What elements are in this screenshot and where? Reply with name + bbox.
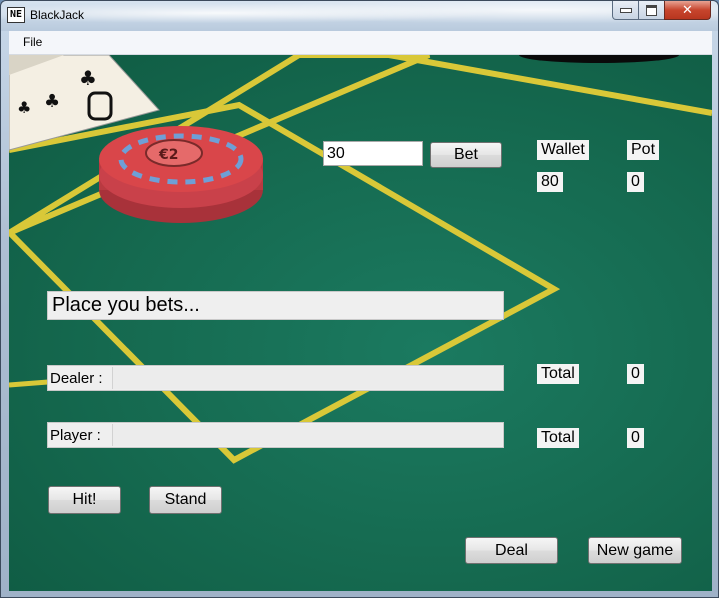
player-total-label: Total [537, 428, 579, 448]
dealer-total-label: Total [537, 364, 579, 384]
bet-button[interactable]: Bet [430, 142, 502, 168]
close-button[interactable]: ✕ [664, 1, 711, 20]
bet-amount-input[interactable]: 30 [323, 141, 423, 166]
wallet-label: Wallet [537, 140, 589, 160]
player-total-value: 0 [627, 428, 644, 448]
poker-chip-image: €2 [99, 126, 263, 223]
pot-value: 0 [627, 172, 644, 192]
window-title: BlackJack [30, 8, 85, 22]
player-label: Player : [50, 426, 101, 444]
dealer-cards-area [112, 367, 502, 389]
pot-label: Pot [627, 140, 660, 160]
dealer-hand: Dealer : [47, 365, 504, 391]
app-icon: NE [7, 7, 25, 23]
bet-amount-value: 30 [327, 144, 345, 162]
svg-text:♣: ♣ [44, 91, 60, 112]
table-line [388, 55, 712, 116]
minimize-button[interactable] [612, 1, 639, 20]
maximize-icon [646, 4, 657, 16]
menu-file[interactable]: File [23, 35, 42, 49]
hit-button[interactable]: Hit! [48, 486, 121, 514]
close-icon: ✕ [682, 2, 693, 18]
minimize-icon [619, 7, 632, 13]
title-bar[interactable]: NE BlackJack ✕ [1, 1, 718, 31]
svg-text:♣: ♣ [79, 66, 97, 90]
menu-bar: File [9, 31, 712, 55]
deal-button[interactable]: Deal [465, 537, 558, 564]
dealer-total-value: 0 [627, 364, 644, 384]
svg-text:€2: €2 [158, 147, 178, 163]
svg-text:♣: ♣ [17, 98, 31, 117]
player-hand: Player : [47, 422, 504, 448]
app-window: NE BlackJack ✕ File ♣ ♣ ♣ €2 30 Bet Wall… [0, 0, 719, 598]
new-game-button[interactable]: New game [588, 537, 682, 564]
wallet-value: 80 [537, 172, 563, 192]
status-text: Place you bets... [52, 294, 200, 316]
player-cards-area [112, 424, 502, 446]
dealer-label: Dealer : [50, 369, 103, 387]
stand-button[interactable]: Stand [149, 486, 222, 514]
maximize-button[interactable] [638, 1, 665, 20]
status-message: Place you bets... [47, 291, 504, 320]
shadow-shape [519, 55, 679, 63]
